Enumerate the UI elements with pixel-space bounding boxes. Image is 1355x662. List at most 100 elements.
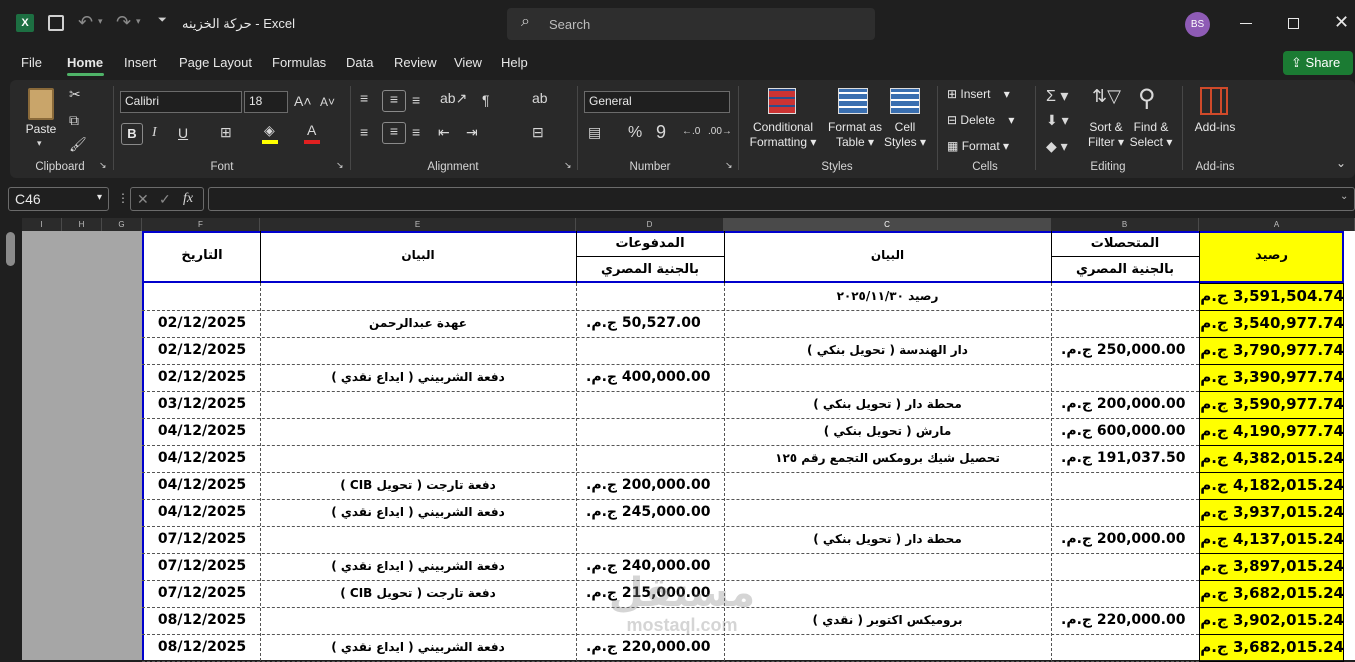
cell-date[interactable]: 02/12/2025 (144, 310, 260, 337)
sort-filter-icon[interactable]: ⇅▽ (1092, 86, 1121, 107)
cell-date[interactable]: 07/12/2025 (144, 580, 260, 607)
add-ins-icon[interactable] (1200, 87, 1228, 115)
cell-description-right[interactable]: دار الهندسة ( تحويل بنكي ) (724, 337, 1051, 364)
increase-font-icon[interactable]: A˄ (294, 93, 312, 109)
cell-description-right[interactable]: مارش ( تحويل بنكي ) (724, 418, 1051, 445)
cell-description-left[interactable]: دفعة الشربيني ( ايداع نقدي ) (260, 634, 576, 661)
comma-style-button[interactable]: 9 (656, 122, 666, 143)
paste-icon[interactable] (28, 88, 54, 120)
find-select-button[interactable]: Find & Select ▾ (1128, 120, 1174, 150)
tab-review[interactable]: Review (394, 55, 437, 70)
column-header-h[interactable]: H (62, 218, 102, 231)
cell-styles-button[interactable]: Cell Styles ▾ (880, 120, 930, 150)
number-launcher-icon[interactable]: ↘ (725, 160, 733, 171)
format-as-table-icon[interactable] (838, 88, 868, 114)
avatar[interactable]: BS (1185, 12, 1210, 37)
cell-description-left[interactable]: دفعة تارجت ( تحويل CIB ) (260, 472, 576, 499)
cell-receipt[interactable]: 220,000.00 ج.م. (1051, 607, 1199, 634)
tab-insert[interactable]: Insert (124, 55, 157, 70)
merge-center-icon[interactable]: ⊟ (532, 124, 544, 141)
vertical-scrollbar[interactable] (0, 218, 22, 660)
clear-icon[interactable]: ◆ ▾ (1046, 138, 1068, 155)
cell-receipt[interactable]: 200,000.00 ج.م. (1051, 526, 1199, 553)
column-header-f[interactable]: F (142, 218, 260, 231)
add-ins-button[interactable]: Add-ins (1190, 120, 1240, 135)
font-size-select[interactable]: 18 (244, 91, 288, 113)
cell-description-left[interactable]: دفعة الشربيني ( ايداع نقدي ) (260, 499, 576, 526)
cell-date[interactable]: 04/12/2025 (144, 445, 260, 472)
cell-date[interactable]: 04/12/2025 (144, 499, 260, 526)
tab-help[interactable]: Help (501, 55, 528, 70)
cell-payment[interactable]: 245,000.00 ج.م. (576, 499, 724, 526)
column-header-g[interactable]: G (102, 218, 142, 231)
align-center-icon[interactable]: ≡ (382, 122, 406, 144)
decrease-indent-icon[interactable]: ⇤ (438, 124, 450, 141)
rtl-icon[interactable]: ¶ (482, 92, 490, 108)
cell-date[interactable]: 03/12/2025 (144, 391, 260, 418)
cell-payment[interactable]: 50,527.00 ج.م. (576, 310, 724, 337)
cell-date[interactable]: 07/12/2025 (144, 553, 260, 580)
cell-date[interactable]: 02/12/2025 (144, 337, 260, 364)
copy-icon[interactable]: ⧉ (69, 112, 79, 129)
decrease-decimal-icon[interactable]: .00→ (708, 126, 732, 137)
sort-filter-button[interactable]: Sort & Filter ▾ (1084, 120, 1128, 150)
cell-description-right[interactable]: رصيد ٢٠٢٥/١١/٣٠ (724, 283, 1051, 310)
enter-icon[interactable]: ✓ (159, 191, 171, 208)
cut-icon[interactable]: ✂ (69, 86, 81, 103)
cell-receipt[interactable]: 600,000.00 ج.م. (1051, 418, 1199, 445)
orientation-icon[interactable]: ab↗ (440, 90, 467, 107)
save-icon[interactable] (48, 15, 64, 31)
close-icon[interactable]: ✕ (1334, 12, 1349, 33)
underline-button[interactable]: U (178, 125, 188, 141)
fill-color-icon[interactable]: ◈ (264, 122, 275, 139)
expand-formula-bar-icon[interactable]: ⌄ (1340, 191, 1348, 202)
delete-cells-button[interactable]: ⊟ Delete ▾ (947, 113, 1014, 128)
redo-dropdown-icon[interactable]: ▾ (136, 16, 141, 27)
collapse-ribbon-icon[interactable]: ⌄ (1336, 156, 1346, 170)
font-name-select[interactable]: Calibri (120, 91, 242, 113)
cell-payment[interactable]: 220,000.00 ج.م. (576, 634, 724, 661)
column-header-i[interactable]: I (22, 218, 62, 231)
insert-function-icon[interactable]: fx (183, 191, 193, 207)
insert-cells-button[interactable]: ⊞ Insert ▾ (947, 87, 1010, 102)
align-bottom-icon[interactable]: ≡ (412, 92, 420, 108)
align-top-icon[interactable]: ≡ (360, 90, 368, 106)
cell-description-left[interactable]: دفعة تارجت ( تحويل CIB ) (260, 580, 576, 607)
format-cells-button[interactable]: ▦ Format ▾ (947, 139, 1009, 154)
scrollbar-thumb[interactable] (6, 232, 15, 266)
tab-data[interactable]: Data (346, 55, 373, 70)
tab-home[interactable]: Home (67, 55, 103, 70)
column-header-e[interactable]: E (260, 218, 576, 231)
clipboard-launcher-icon[interactable]: ↘ (99, 160, 107, 171)
align-middle-icon[interactable]: ≡ (382, 90, 406, 112)
accounting-format-icon[interactable]: ▤ (588, 124, 601, 141)
bold-button[interactable]: B (121, 123, 143, 145)
font-color-icon[interactable]: A (307, 122, 316, 138)
decrease-font-icon[interactable]: A˅ (320, 95, 335, 109)
name-box[interactable]: C46 ▾ (8, 187, 109, 211)
cell-description-left[interactable]: دفعة الشربيني ( ايداع نقدي ) (260, 364, 576, 391)
font-launcher-icon[interactable]: ↘ (336, 160, 344, 171)
paste-dropdown-icon[interactable]: ▾ (37, 138, 42, 149)
column-header-c[interactable]: C (724, 218, 1051, 231)
paste-button[interactable]: Paste (22, 122, 60, 137)
tab-formulas[interactable]: Formulas (272, 55, 326, 70)
conditional-formatting-button[interactable]: Conditional Formatting ▾ (747, 120, 819, 150)
cell-date[interactable]: 04/12/2025 (144, 472, 260, 499)
cell-receipt[interactable]: 191,037.50 ج.م. (1051, 445, 1199, 472)
tab-file[interactable]: File (21, 55, 42, 70)
cell-date[interactable]: 04/12/2025 (144, 418, 260, 445)
percent-style-button[interactable]: % (628, 124, 642, 142)
cell-date[interactable]: 07/12/2025 (144, 526, 260, 553)
cell-description-right[interactable]: محطة دار ( تحويل بنكي ) (724, 526, 1051, 553)
restore-icon[interactable] (1288, 18, 1299, 29)
number-format-select[interactable]: General (584, 91, 730, 113)
cell-receipt[interactable]: 200,000.00 ج.م. (1051, 391, 1199, 418)
italic-button[interactable]: I (152, 125, 157, 141)
conditional-formatting-icon[interactable] (768, 88, 796, 114)
cell-payment[interactable]: 400,000.00 ج.م. (576, 364, 724, 391)
find-select-icon[interactable]: ⚲ (1138, 84, 1156, 113)
fill-icon[interactable]: ⬇ ▾ (1046, 112, 1069, 129)
increase-decimal-icon[interactable]: ←.0 (682, 126, 700, 137)
share-button[interactable]: ⇪ Share (1283, 51, 1353, 75)
